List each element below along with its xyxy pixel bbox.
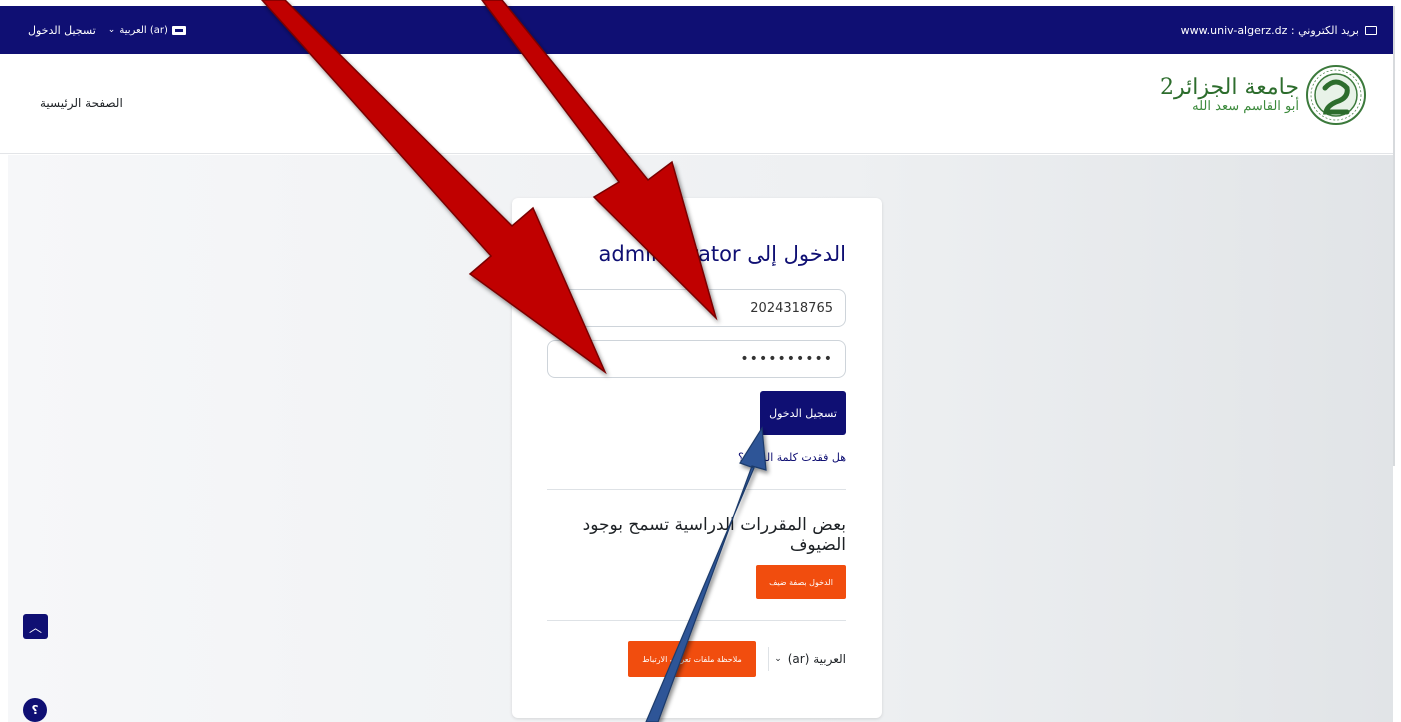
university-logo[interactable]: جامعة الجزائر2 أبو القاسم سعد الله [1160, 64, 1367, 126]
chevron-up-icon: ︿ [28, 621, 42, 636]
language-selector[interactable]: العربية ‎(ar)‎ ⌄ [774, 652, 846, 666]
vertical-separator [768, 647, 769, 671]
language-icon [171, 25, 186, 35]
logo-text: جامعة الجزائر2 أبو القاسم سعد الله [1159, 74, 1299, 114]
divider [547, 620, 846, 621]
help-button[interactable]: ؟ [23, 698, 47, 722]
top-navbar: بريد الكتروني : www.univ-algerz.dz تسجيل… [0, 6, 1393, 54]
username-input[interactable]: 2024318765 [547, 289, 846, 327]
email-label: بريد الكتروني : www.univ-algerz.dz [1180, 23, 1359, 37]
window-edge [1393, 6, 1395, 466]
cookies-notice-button[interactable]: ملاحظة ملفات تعريف الارتباط [628, 641, 756, 677]
university-seal-icon [1306, 65, 1366, 125]
back-to-top-button[interactable]: ︿ [23, 614, 48, 639]
home-link[interactable]: الصفحة الرئيسية [40, 96, 123, 110]
guest-login-button[interactable]: الدخول بصفة ضيف [756, 565, 846, 599]
forgot-password-link[interactable]: هل فقدت كلمة المرور؟ [738, 451, 846, 464]
user-menu: تسجيل الدخول ⌄ العربية ‎(ar)‎ [28, 6, 186, 54]
login-title: الدخول إلى administrator [598, 242, 846, 266]
help-label: ؟ [31, 703, 39, 717]
language-label: العربية ‎(ar)‎ [119, 24, 168, 36]
logo-line1: جامعة الجزائر2 [1159, 74, 1299, 100]
language-selector-label: العربية ‎(ar)‎ [787, 652, 846, 666]
email-info: بريد الكتروني : www.univ-algerz.dz [1181, 6, 1377, 54]
login-card: الدخول إلى administrator 2024318765 ••••… [512, 198, 882, 718]
chevron-down-icon: ⌄ [107, 25, 116, 35]
divider [547, 489, 846, 490]
logo-line2: أبو القاسم سعد الله [1192, 98, 1299, 114]
guest-heading: بعض المقررات الدراسية تسمح بوجود الضيوف [582, 515, 846, 556]
envelope-icon [1365, 25, 1377, 35]
chevron-down-icon: ⌄ [774, 654, 782, 664]
language-menu[interactable]: ⌄ العربية ‎(ar)‎ [108, 25, 186, 36]
login-button[interactable]: تسجيل الدخول [760, 391, 846, 435]
login-link[interactable]: تسجيل الدخول [28, 24, 96, 37]
site-header: الصفحة الرئيسية جامعة الجزائر2 أبو القاس… [0, 54, 1393, 154]
password-input[interactable]: •••••••••• [547, 340, 846, 378]
